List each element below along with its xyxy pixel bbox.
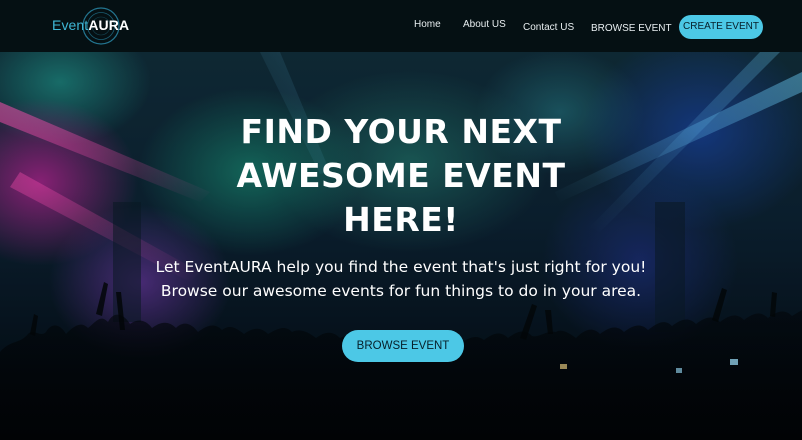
hero-section: FIND YOUR NEXT AWESOME EVENT HERE! Let E… — [0, 52, 802, 440]
browse-event-button[interactable]: BROWSE EVENT — [342, 330, 464, 362]
nav-link-home[interactable]: Home — [414, 19, 441, 30]
hero-title-line-3: HERE! — [343, 200, 459, 239]
logo-text-aura: AURA — [88, 17, 130, 33]
nav-link-about[interactable]: About US — [463, 19, 506, 30]
nav-link-browse-event[interactable]: BROWSE EVENT — [591, 23, 672, 34]
hero-title: FIND YOUR NEXT AWESOME EVENT HERE! — [201, 110, 601, 242]
navbar: EventAURA Home About US Contact US BROWS… — [0, 0, 802, 52]
hero-subtitle: Let EventAURA help you find the event th… — [111, 255, 691, 303]
brand-logo[interactable]: EventAURA — [50, 5, 130, 47]
hero-subtitle-line-1: Let EventAURA help you find the event th… — [155, 258, 647, 276]
logo-text-event: Event — [52, 17, 89, 33]
hero-title-line-1: FIND YOUR NEXT — [240, 112, 562, 151]
hero-subtitle-line-2: Browse our awesome events for fun things… — [160, 282, 642, 300]
logo-text: EventAURA — [52, 17, 129, 33]
create-event-button[interactable]: CREATE EVENT — [679, 15, 763, 39]
nav-link-contact[interactable]: Contact US — [523, 22, 574, 33]
hero-title-line-2: AWESOME EVENT — [236, 156, 566, 195]
